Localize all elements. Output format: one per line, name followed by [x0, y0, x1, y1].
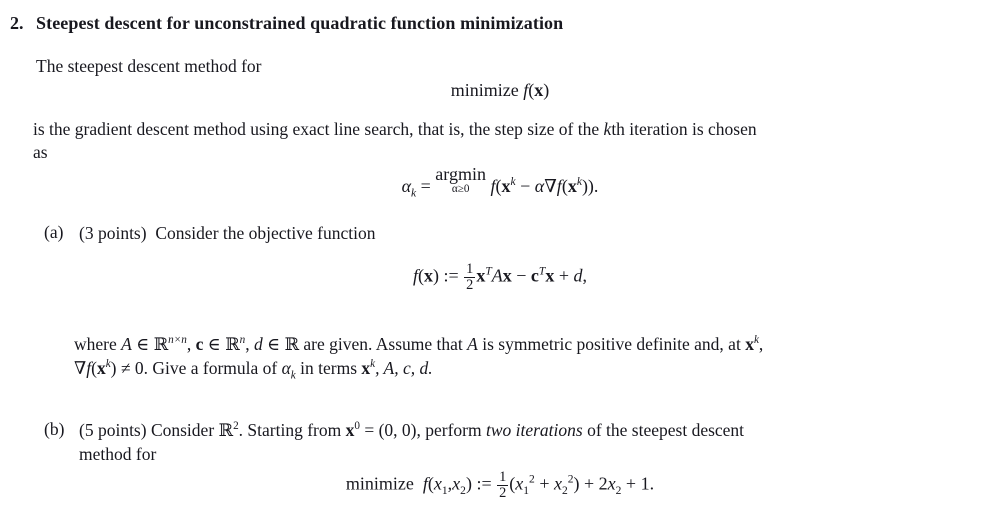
fraction-one-half: 1 2 — [497, 469, 509, 501]
part-a-where-paragraph: where A ∈ ℝn×n, c ∈ ℝn, d ∈ ℝ are given.… — [74, 334, 764, 382]
vector-c: c — [530, 265, 539, 286]
reals-exponent-nxn: n×n — [168, 334, 187, 347]
nabla-icon: ∇ — [544, 176, 557, 196]
comma-1: , — [186, 334, 196, 354]
coefficient-2: 2 — [598, 473, 608, 494]
part-a-label: (a) — [44, 222, 64, 242]
argmin-operator-with-limit: argmin α≥0 — [435, 165, 486, 195]
minus-sign: − — [520, 176, 531, 196]
where-prefix: where — [74, 334, 122, 354]
part-b-label: (b) — [44, 419, 65, 439]
vector-x: x — [534, 80, 544, 100]
fraction-denominator: 2 — [497, 484, 509, 501]
assign-operator: := — [443, 265, 459, 286]
close-paren: ) — [465, 473, 472, 494]
variable-x2: x — [553, 473, 562, 494]
constant-1: 1 — [640, 473, 650, 494]
minus-sign: − — [516, 265, 527, 286]
plus-sign: + — [625, 473, 637, 494]
alpha-subscript-k: k — [411, 187, 417, 200]
reals-symbol: ℝ — [225, 335, 240, 355]
superscript-k: k — [510, 176, 516, 188]
matrix-A: A — [491, 265, 503, 286]
emphasis-two-iterations: two iterations — [485, 420, 583, 440]
plus-sign: + — [558, 265, 569, 286]
element-of-2: ∈ — [203, 334, 226, 354]
subscript-2: 2 — [615, 485, 622, 498]
where-given-text: are given. Assume that — [299, 334, 468, 354]
equation-argmin-alpha: αk = argmin α≥0 f(xk − α∇f(xk)). — [401, 164, 599, 200]
vector-x: x — [545, 265, 555, 286]
fraction-numerator: 1 — [466, 261, 474, 277]
part-b-prompt: (5 points) Consider ℝ2. Starting from x0… — [79, 419, 999, 466]
argmin-label: argmin — [435, 164, 486, 184]
equation-minimize-fx: minimize f(x) — [450, 80, 550, 100]
reals-symbol: ℝ — [153, 335, 169, 355]
element-of-1: ∈ — [131, 334, 154, 354]
variable-x1: x — [433, 473, 442, 494]
vector-x: x — [96, 358, 106, 378]
vector-x: x — [567, 176, 577, 196]
close-parens: )). — [581, 176, 599, 196]
part-b-method-for: method for — [79, 444, 157, 464]
fraction-one-half: 1 2 — [464, 261, 476, 293]
alpha-symbol: α — [281, 358, 291, 378]
where-spd-text: is symmetric positive definite and, at — [477, 334, 746, 354]
fraction-numerator: 1 — [499, 469, 507, 485]
gradient-descent-paragraph: is the gradient descent method using exa… — [33, 118, 993, 164]
intro-paragraph: The steepest descent method for — [36, 56, 262, 76]
equals-sign: = — [420, 176, 431, 196]
argmin-limit: α≥0 — [451, 183, 470, 195]
plus-sign: + — [539, 473, 550, 494]
variable-x2: x — [452, 473, 461, 494]
assign-operator: := — [476, 473, 492, 494]
vector-x: x — [502, 265, 512, 286]
subscript-2: 2 — [561, 485, 568, 498]
vector-x-transpose: x — [476, 265, 486, 286]
part-b-text-2: . Starting from — [238, 420, 346, 440]
vector-x: x — [361, 358, 371, 378]
equation-f-definition: f(x) := 1 2 xTAx − cTx + d, — [413, 261, 587, 293]
scalar-d: d — [254, 334, 263, 354]
vector-x: x — [424, 265, 434, 286]
minimize-operator: minimize — [450, 80, 519, 100]
nabla-icon: ∇ — [74, 358, 87, 378]
part-b-points: (5 points) — [79, 420, 147, 440]
fraction-denominator: 2 — [464, 276, 476, 293]
variable-x2: x — [607, 473, 616, 494]
vector-x: x — [745, 334, 754, 354]
document-page: 2. Steepest descent for unconstrained qu… — [0, 0, 1000, 526]
problem-number: 2. — [10, 13, 24, 33]
terms-list-tail: , A, c, d. — [375, 358, 433, 378]
plus-sign: + — [584, 473, 595, 494]
gradient-text-as: as — [33, 142, 48, 162]
part-b-text-3: = (0, 0), perform — [359, 420, 486, 440]
group-close-paren: ) — [573, 473, 580, 494]
where-end-comma: , — [758, 334, 764, 354]
neq-zero-text: ) ≠ 0. Give a formula of — [110, 358, 282, 378]
part-a-points: (3 points) — [79, 223, 147, 243]
gradient-text-part1: is the gradient descent method using exa… — [33, 119, 604, 139]
gradient-text-part2: th iteration is chosen — [611, 119, 757, 139]
part-b-text-4: of the steepest descent — [582, 420, 745, 440]
part-a-prompt: (3 points) Consider the objective functi… — [79, 222, 375, 245]
subscript-1: 1 — [523, 485, 530, 498]
matrix-A: A — [467, 334, 478, 354]
period: . — [649, 473, 655, 494]
in-terms-text: in terms — [295, 358, 362, 378]
part-a-prompt-text: Consider the objective function — [155, 223, 376, 243]
comma-2: , — [245, 334, 254, 354]
part-b-text-1: Consider — [150, 420, 219, 440]
page-title: Steepest descent for unconstrained quadr… — [36, 13, 564, 33]
equation-minimize-quadratic: minimize f(x1,x2) := 1 2 (x12 + x22) + 2… — [0, 470, 1000, 500]
element-of-3: ∈ — [262, 334, 285, 354]
matrix-A: A — [121, 334, 132, 354]
minimize-operator: minimize — [345, 473, 414, 494]
reals-symbol: ℝ — [284, 335, 300, 355]
alpha-symbol: α — [534, 176, 545, 196]
trailing-comma: , — [582, 265, 587, 286]
alpha-symbol: α — [401, 176, 412, 196]
exponent-2: 2 — [529, 473, 535, 486]
reals-symbol: ℝ — [218, 421, 234, 441]
